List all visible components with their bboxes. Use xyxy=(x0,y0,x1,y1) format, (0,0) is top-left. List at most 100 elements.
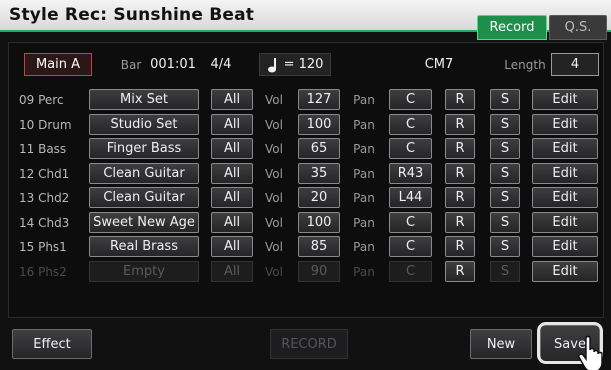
bottom-bar: Effect RECORD New Save xyxy=(0,320,611,370)
pan-field[interactable]: C xyxy=(389,261,432,282)
solo-toggle[interactable]: S xyxy=(490,114,520,135)
tab-record[interactable]: Record xyxy=(477,15,547,40)
pan-field[interactable]: C xyxy=(389,114,432,135)
tempo-display[interactable]: = 120 xyxy=(259,53,331,76)
edit-button[interactable]: Edit xyxy=(532,187,598,208)
vol-label: Vol xyxy=(265,92,283,107)
edit-button[interactable]: Edit xyxy=(532,89,598,110)
pan-label: Pan xyxy=(353,264,375,279)
all-button[interactable]: All xyxy=(211,236,253,257)
all-button[interactable]: All xyxy=(211,89,253,110)
record-toggle[interactable]: R xyxy=(445,163,475,184)
solo-toggle[interactable]: S xyxy=(490,236,520,257)
bar-label: Bar xyxy=(120,57,142,72)
voice-button[interactable]: Finger Bass xyxy=(89,138,199,159)
pan-field[interactable]: C xyxy=(389,138,432,159)
pan-label: Pan xyxy=(353,117,375,132)
vol-label: Vol xyxy=(265,141,283,156)
record-toggle[interactable]: R xyxy=(445,89,475,110)
edit-button[interactable]: Edit xyxy=(532,261,598,282)
new-button[interactable]: New xyxy=(470,329,532,359)
solo-toggle[interactable]: S xyxy=(490,187,520,208)
length-label: Length xyxy=(504,57,546,72)
voice-button[interactable]: Clean Guitar xyxy=(89,163,199,184)
edit-button[interactable]: Edit xyxy=(532,212,598,233)
pan-field[interactable]: L44 xyxy=(389,187,432,208)
track-id-label: 12 Chd1 xyxy=(19,166,70,181)
all-button[interactable]: All xyxy=(211,212,253,233)
track-id-label: 16 Phs2 xyxy=(19,264,67,279)
track-id-label: 14 Chd3 xyxy=(19,215,70,230)
edit-button[interactable]: Edit xyxy=(532,236,598,257)
pan-field[interactable]: C xyxy=(389,89,432,110)
track-id-label: 15 Phs1 xyxy=(19,239,67,254)
vol-label: Vol xyxy=(265,264,283,279)
vol-label: Vol xyxy=(265,190,283,205)
pan-label: Pan xyxy=(353,215,375,230)
style-recording-screen: Style Rec: Sunshine Beat Record Q.S. Mai… xyxy=(0,0,611,370)
solo-toggle[interactable]: S xyxy=(490,212,520,233)
edit-button[interactable]: Edit xyxy=(532,138,598,159)
vol-label: Vol xyxy=(265,117,283,132)
bar-value: 001:01 xyxy=(150,57,196,72)
edit-button[interactable]: Edit xyxy=(532,163,598,184)
record-toggle[interactable]: R xyxy=(445,236,475,257)
section-select-button[interactable]: Main A xyxy=(24,53,92,76)
all-button[interactable]: All xyxy=(211,114,253,135)
voice-button[interactable]: Real Brass xyxy=(89,236,199,257)
volume-field[interactable]: 90 xyxy=(298,261,340,282)
all-button[interactable]: All xyxy=(211,138,253,159)
track-panel: Main A Bar 001:01 4/4 = 120 CM7 Length 4… xyxy=(8,42,604,318)
voice-button[interactable]: Sweet New Age xyxy=(89,212,199,233)
pan-field[interactable]: C xyxy=(389,212,432,233)
hand-pointer-icon xyxy=(578,335,603,370)
volume-field[interactable]: 65 xyxy=(298,138,340,159)
voice-button[interactable]: Clean Guitar xyxy=(89,187,199,208)
all-button[interactable]: All xyxy=(211,261,253,282)
volume-field[interactable]: 20 xyxy=(298,187,340,208)
pan-label: Pan xyxy=(353,92,375,107)
track-id-label: 13 Chd2 xyxy=(19,190,70,205)
record-toggle[interactable]: R xyxy=(445,114,475,135)
record-toggle[interactable]: R xyxy=(445,138,475,159)
voice-button[interactable]: Studio Set xyxy=(89,114,199,135)
vol-label: Vol xyxy=(265,239,283,254)
record-toggle[interactable]: R xyxy=(445,212,475,233)
effect-button[interactable]: Effect xyxy=(12,329,92,359)
pan-field[interactable]: C xyxy=(389,236,432,257)
pan-label: Pan xyxy=(353,141,375,156)
solo-toggle[interactable]: S xyxy=(490,261,520,282)
solo-toggle[interactable]: S xyxy=(490,163,520,184)
pan-label: Pan xyxy=(353,239,375,254)
solo-toggle[interactable]: S xyxy=(490,138,520,159)
track-id-label: 10 Drum xyxy=(19,117,72,132)
quarter-note-icon xyxy=(267,57,276,72)
volume-field[interactable]: 35 xyxy=(298,163,340,184)
voice-button[interactable]: Mix Set xyxy=(89,89,199,110)
record-toggle[interactable]: R xyxy=(445,187,475,208)
time-signature: 4/4 xyxy=(210,57,232,72)
volume-field[interactable]: 100 xyxy=(298,212,340,233)
record-button[interactable]: RECORD xyxy=(270,329,348,359)
track-id-label: 11 Bass xyxy=(19,141,67,156)
volume-field[interactable]: 85 xyxy=(298,236,340,257)
chord-display: CM7 xyxy=(424,57,454,72)
pan-field[interactable]: R43 xyxy=(389,163,432,184)
pan-label: Pan xyxy=(353,166,375,181)
solo-toggle[interactable]: S xyxy=(490,89,520,110)
all-button[interactable]: All xyxy=(211,163,253,184)
voice-button[interactable]: Empty xyxy=(89,261,199,282)
all-button[interactable]: All xyxy=(211,187,253,208)
track-id-label: 09 Perc xyxy=(19,92,64,107)
volume-field[interactable]: 127 xyxy=(298,89,340,110)
vol-label: Vol xyxy=(265,215,283,230)
length-value[interactable]: 4 xyxy=(551,53,599,76)
volume-field[interactable]: 100 xyxy=(298,114,340,135)
tab-qs[interactable]: Q.S. xyxy=(549,15,607,40)
pan-label: Pan xyxy=(353,190,375,205)
record-toggle[interactable]: R xyxy=(445,261,475,282)
edit-button[interactable]: Edit xyxy=(532,114,598,135)
window-title: Style Rec: Sunshine Beat xyxy=(9,5,255,25)
vol-label: Vol xyxy=(265,166,283,181)
title-bar: Style Rec: Sunshine Beat Record Q.S. xyxy=(0,0,611,40)
